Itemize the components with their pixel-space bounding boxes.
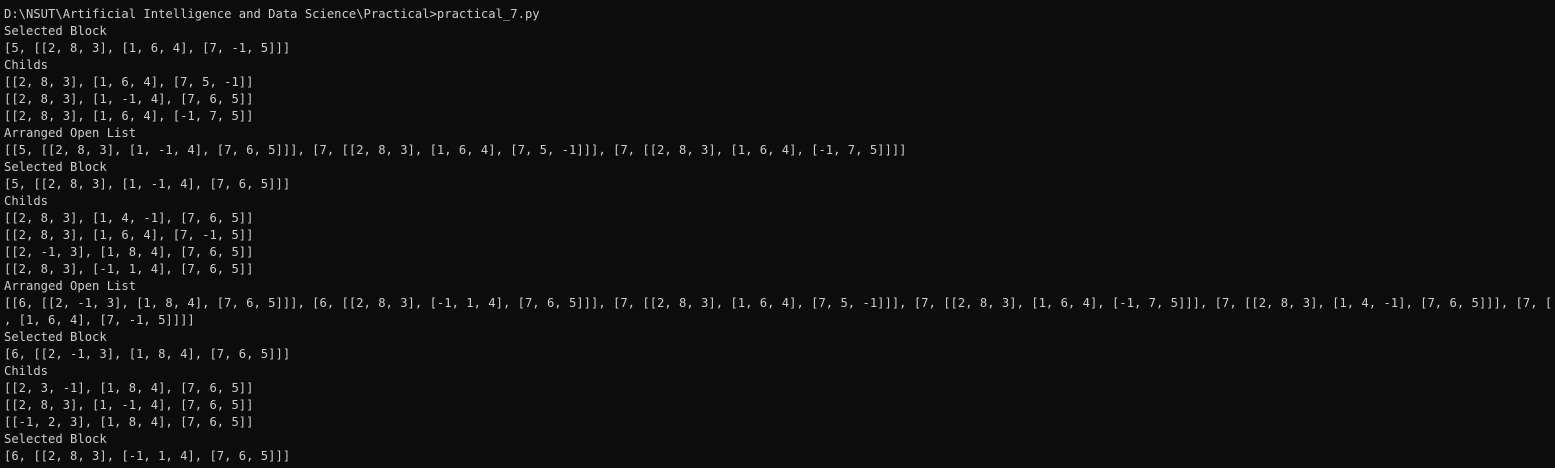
output-line: [5, [[2, 8, 3], [1, -1, 4], [7, 6, 5]]] — [4, 177, 291, 191]
output-line: [[6, [[2, -1, 3], [1, 8, 4], [7, 6, 5]]]… — [4, 296, 1555, 310]
output-line: Selected Block — [4, 330, 107, 344]
terminal-output[interactable]: D:\NSUT\Artificial Intelligence and Data… — [0, 0, 1555, 468]
output-line: [6, [[2, -1, 3], [1, 8, 4], [7, 6, 5]]] — [4, 347, 291, 361]
output-line: Selected Block — [4, 160, 107, 174]
output-line: [[2, 3, -1], [1, 8, 4], [7, 6, 5]] — [4, 381, 254, 395]
output-line: [[2, 8, 3], [1, 4, -1], [7, 6, 5]] — [4, 211, 254, 225]
output-line: [[2, 8, 3], [1, 6, 4], [-1, 7, 5]] — [4, 109, 254, 123]
output-line: [[-1, 2, 3], [1, 8, 4], [7, 6, 5]] — [4, 415, 254, 429]
output-line: [5, [[2, 8, 3], [1, 6, 4], [7, -1, 5]]] — [4, 41, 291, 55]
output-line: Childs — [4, 58, 49, 72]
output-line: [[2, -1, 3], [1, 8, 4], [7, 6, 5]] — [4, 245, 254, 259]
output-line: Selected Block — [4, 24, 107, 38]
output-line: Selected Block — [4, 432, 107, 446]
output-line: Childs — [4, 194, 49, 208]
output-line: [[2, 8, 3], [1, -1, 4], [7, 6, 5]] — [4, 92, 254, 106]
output-line: Childs — [4, 364, 49, 378]
output-line: [[5, [[2, 8, 3], [1, -1, 4], [7, 6, 5]]]… — [4, 143, 907, 157]
output-line: [[2, 8, 3], [1, 6, 4], [7, -1, 5]] — [4, 228, 254, 242]
output-line: Arranged Open List — [4, 279, 137, 293]
output-line: [[2, 8, 3], [1, 6, 4], [7, 5, -1]] — [4, 75, 254, 89]
output-line: Arranged Open List — [4, 126, 137, 140]
command-prompt-line: D:\NSUT\Artificial Intelligence and Data… — [4, 7, 540, 21]
output-line: [6, [[2, 8, 3], [-1, 1, 4], [7, 6, 5]]] — [4, 449, 291, 463]
output-line: [[2, 8, 3], [1, -1, 4], [7, 6, 5]] — [4, 398, 254, 412]
output-line: [[2, 8, 3], [-1, 1, 4], [7, 6, 5]] — [4, 262, 254, 276]
output-line: , [1, 6, 4], [7, -1, 5]]]] — [4, 313, 195, 327]
